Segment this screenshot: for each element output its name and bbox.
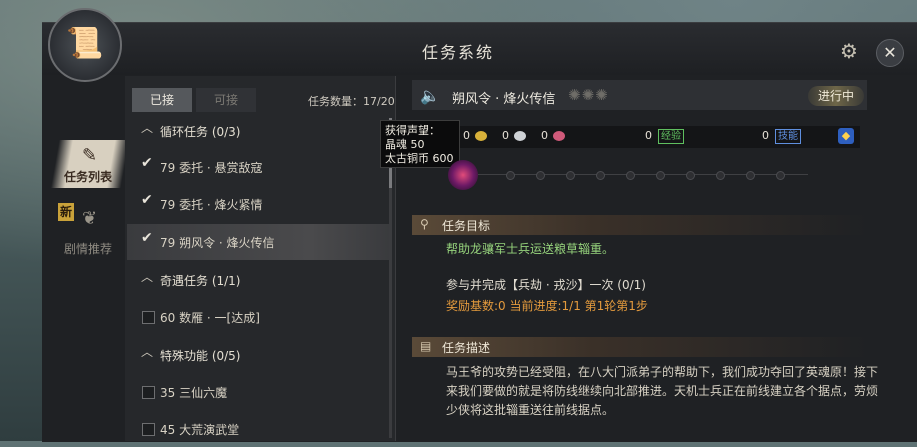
- stage-dot: [776, 171, 785, 180]
- stage-dot: [656, 171, 665, 180]
- difficulty-icons: ✺✺✺: [568, 86, 609, 104]
- list-item[interactable]: 45 大荒演武堂: [127, 411, 389, 447]
- book-emblem: 📜: [48, 8, 122, 82]
- tab-accepted[interactable]: 已接: [132, 88, 192, 112]
- goal-subtask: 参与并完成【兵劫 · 戎沙】一次 (0/1): [446, 278, 646, 292]
- stage-dot: [536, 171, 545, 180]
- checkmark-icon: ✔: [141, 155, 153, 171]
- nav-item-task-list[interactable]: 任务列表: [64, 168, 112, 185]
- stage-dot: [716, 171, 725, 180]
- gem-icon: [553, 131, 565, 141]
- chevron-up-icon: ︿: [141, 121, 154, 135]
- checkmark-icon: ✔: [141, 230, 153, 246]
- reward-value: 0: [645, 129, 652, 142]
- silver-coin-icon: [514, 131, 526, 141]
- new-badge: 新: [58, 203, 74, 221]
- current-stage-icon[interactable]: [448, 160, 478, 190]
- stage-dot: [686, 171, 695, 180]
- group-header[interactable]: ︿ 特殊功能 (0/5): [127, 337, 389, 373]
- close-icon[interactable]: ✕: [876, 39, 904, 67]
- group-header[interactable]: ︿ 循环任务 (0/3): [127, 113, 389, 149]
- reward-bar: 0 0 0 0 经验 0 技能: [455, 126, 860, 148]
- task-label: 79 委托 · 悬赏敌寇: [160, 161, 263, 175]
- goal-progress: 奖励基数:0 当前进度:1/1 第1轮第1步: [446, 299, 648, 313]
- reward-value: 0: [463, 129, 470, 142]
- task-label: 79 朔风令 · 烽火传信: [160, 236, 275, 250]
- checkbox[interactable]: [142, 423, 155, 436]
- tooltip-line: 太古铜币 600: [385, 152, 454, 165]
- speaker-icon[interactable]: 🔈: [420, 86, 440, 105]
- track-line: [478, 174, 808, 175]
- status-badge: 进行中: [808, 86, 864, 106]
- task-name: 朔风令 · 烽火传信: [452, 92, 556, 107]
- title-bar: 任务系统 ⚙ ✕: [42, 23, 917, 75]
- story-icon: ❦: [82, 208, 98, 229]
- stage-dot: [566, 171, 575, 180]
- group-title: 奇遇任务 (1/1): [160, 274, 241, 288]
- scroll-icon: ▤: [420, 339, 432, 353]
- desc-section-header: ▤ 任务描述: [412, 337, 867, 357]
- exp-tag: 经验: [658, 129, 684, 144]
- list-item[interactable]: 35 三仙六魔: [127, 374, 389, 410]
- group-header[interactable]: ︿ 奇遇任务 (1/1): [127, 262, 389, 298]
- list-item[interactable]: ✔ 79 委托 · 悬赏敌寇: [127, 149, 389, 185]
- chevron-up-icon: ︿: [141, 270, 154, 284]
- tooltip-line: 获得声望：: [385, 124, 440, 137]
- nav-item-story[interactable]: 剧情推荐: [64, 240, 112, 257]
- stage-dot: [746, 171, 755, 180]
- group-title: 循环任务 (0/3): [160, 125, 241, 139]
- skill-tag: 技能: [775, 129, 801, 144]
- task-label: 79 委托 · 烽火紧情: [160, 198, 263, 212]
- window-title: 任务系统: [422, 43, 495, 62]
- reward-item-icon[interactable]: ◆: [838, 128, 854, 144]
- checkbox[interactable]: [142, 386, 155, 399]
- scroll-icon: ✎: [82, 145, 98, 166]
- list-item[interactable]: ✔ 79 朔风令 · 烽火传信: [127, 224, 389, 260]
- goal-title: 任务目标: [442, 219, 491, 233]
- pin-icon: ⚲: [420, 217, 429, 231]
- tab-available[interactable]: 可接: [196, 88, 256, 112]
- goal-text: 帮助龙骧军士兵运送粮草辎重。: [446, 242, 615, 256]
- reward-value: 0: [762, 129, 769, 142]
- stage-dot: [626, 171, 635, 180]
- gold-coin-icon: [475, 131, 487, 141]
- reputation-tooltip: 获得声望： 晶魂 50 太古铜币 600: [380, 120, 460, 168]
- list-tabs: 已接 可接: [132, 88, 262, 112]
- task-description: 马王爷的攻势已经受阻，在八大门派弟子的帮助下，我们成功夺回了英魂原！接下来我们要…: [446, 365, 879, 417]
- task-label: 45 大荒演武堂: [160, 423, 240, 437]
- group-title: 特殊功能 (0/5): [160, 349, 241, 363]
- gear-icon[interactable]: ⚙: [837, 39, 861, 63]
- stage-dot: [596, 171, 605, 180]
- goal-section-header: ⚲ 任务目标: [412, 215, 867, 235]
- book-icon: 📜: [66, 26, 104, 61]
- checkbox[interactable]: [142, 311, 155, 324]
- task-label: 35 三仙六魔: [160, 386, 228, 400]
- checkmark-icon: ✔: [141, 192, 153, 208]
- task-label: 60 数雁 · 一[达成]: [160, 311, 260, 325]
- chevron-up-icon: ︿: [141, 345, 154, 359]
- stage-dot: [506, 171, 515, 180]
- reward-value: 0: [502, 129, 509, 142]
- task-count: 任务数量：17/20: [308, 95, 395, 108]
- desc-title: 任务描述: [442, 341, 491, 355]
- list-item[interactable]: ✔ 79 委托 · 烽火紧情: [127, 186, 389, 222]
- list-item[interactable]: 60 数雁 · 一[达成]: [127, 299, 389, 335]
- reward-value: 0: [541, 129, 548, 142]
- tooltip-line: 晶魂 50: [385, 138, 425, 151]
